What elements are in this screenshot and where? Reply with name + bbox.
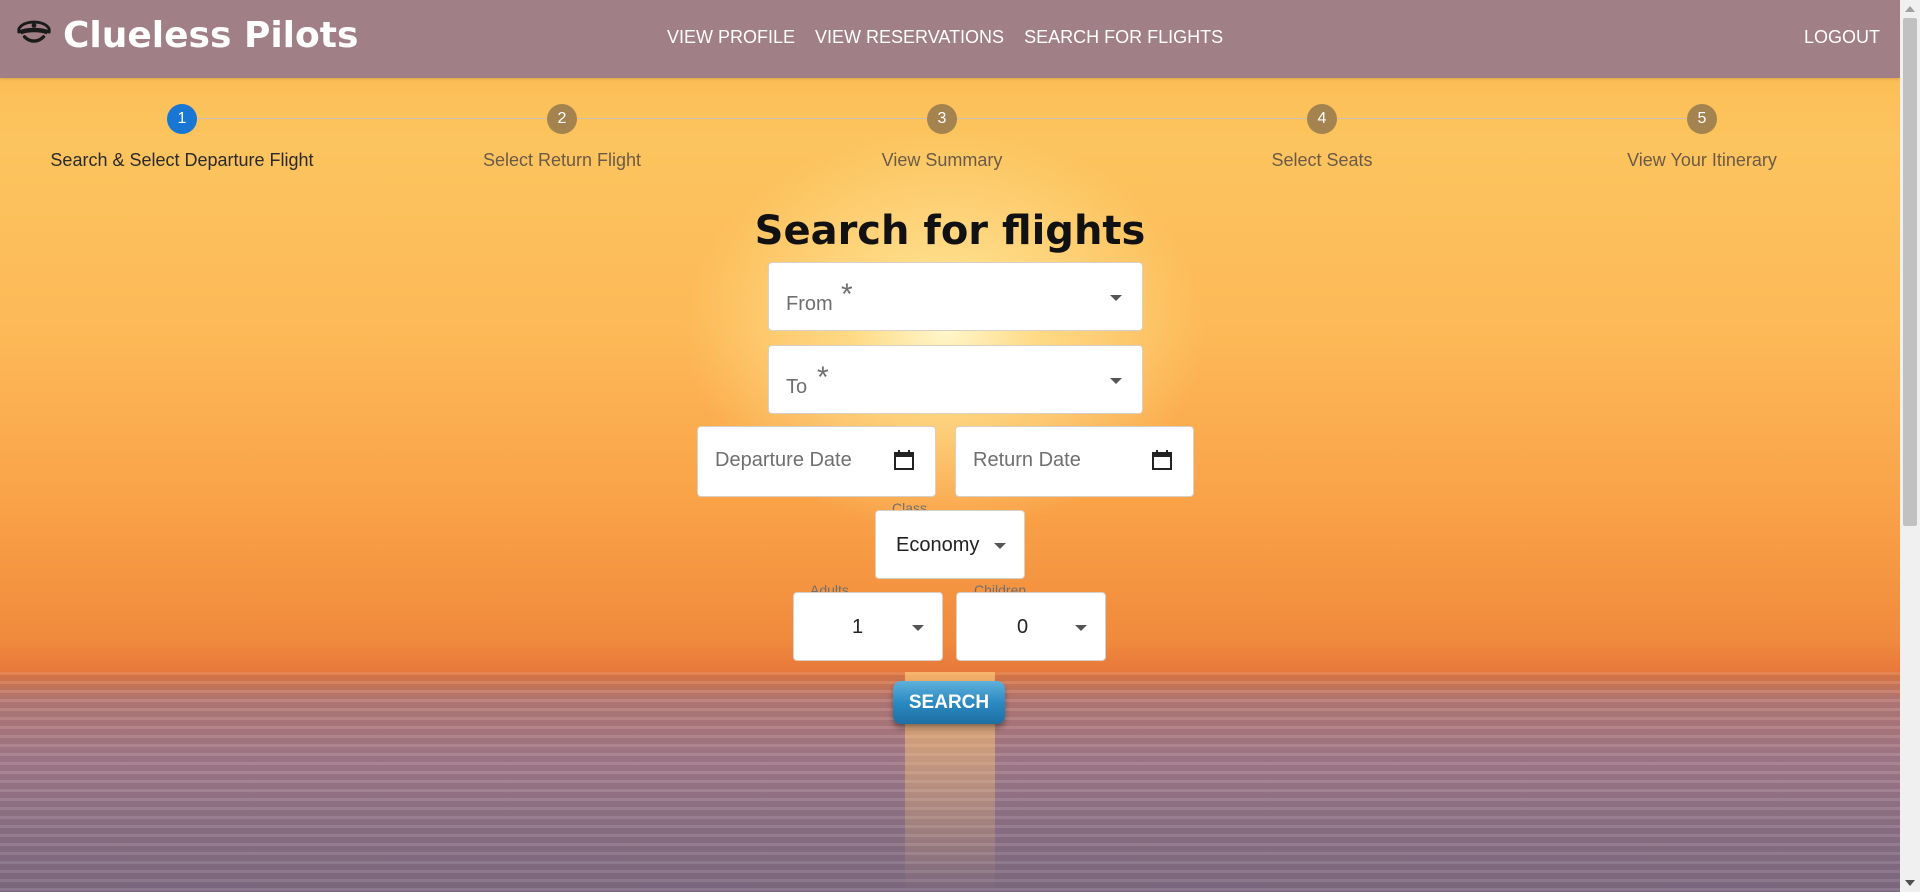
- nav-view-profile[interactable]: VIEW PROFILE: [667, 27, 795, 48]
- search-button[interactable]: SEARCH: [893, 681, 1005, 724]
- to-select[interactable]: To *: [768, 345, 1143, 414]
- pilot-cap-icon: [15, 14, 53, 57]
- booking-stepper: 1 Search & Select Departure Flight 2 Sel…: [0, 104, 1900, 184]
- main-nav: VIEW PROFILE VIEW RESERVATIONS SEARCH FO…: [667, 27, 1223, 48]
- step-1-circle: 1: [167, 104, 197, 134]
- brand-title: Clueless Pilots: [63, 15, 359, 56]
- step-5: 5 View Your Itinerary: [1512, 104, 1892, 171]
- step-3: 3 View Summary: [752, 104, 1132, 171]
- step-1-label: Search & Select Departure Flight: [50, 150, 314, 170]
- step-2-circle: 2: [547, 104, 577, 134]
- adults-value: 1: [852, 616, 864, 638]
- step-3-label: View Summary: [881, 150, 1003, 170]
- children-value: 0: [1017, 616, 1029, 638]
- class-select[interactable]: Economy: [875, 510, 1025, 579]
- page-title: Search for flights: [754, 208, 1146, 254]
- chevron-down-icon: [1075, 625, 1087, 631]
- calendar-icon[interactable]: [1151, 449, 1173, 471]
- step-5-label: View Your Itinerary: [1627, 150, 1777, 170]
- calendar-icon[interactable]: [893, 449, 915, 471]
- return-date-placeholder: Return Date: [973, 449, 1081, 471]
- step-4-label: Select Seats: [1271, 150, 1373, 170]
- step-3-circle: 3: [927, 104, 957, 134]
- chevron-down-icon: [1110, 378, 1122, 384]
- step-5-circle: 5: [1687, 104, 1717, 134]
- logout-button[interactable]: LOGOUT: [1804, 27, 1880, 48]
- nav-search-flights[interactable]: SEARCH FOR FLIGHTS: [1024, 27, 1223, 48]
- return-date-input[interactable]: Return Date: [955, 426, 1194, 497]
- adults-select[interactable]: 1: [793, 592, 943, 661]
- step-4: 4 Select Seats: [1132, 104, 1512, 171]
- brand[interactable]: Clueless Pilots: [15, 14, 358, 57]
- top-navbar: Clueless Pilots VIEW PROFILE VIEW RESERV…: [0, 0, 1900, 78]
- scroll-up-arrow-icon[interactable]: [1905, 6, 1915, 12]
- to-label: To: [786, 376, 808, 398]
- departure-date-input[interactable]: Departure Date: [697, 426, 936, 497]
- to-required-mark: *: [817, 361, 829, 394]
- scroll-thumb[interactable]: [1903, 18, 1917, 526]
- step-1: 1 Search & Select Departure Flight: [0, 104, 372, 171]
- step-2: 2 Select Return Flight: [372, 104, 752, 171]
- page-scrollbar[interactable]: [1900, 0, 1920, 892]
- children-select[interactable]: 0: [956, 592, 1106, 661]
- class-value: Economy: [896, 534, 980, 556]
- scroll-down-arrow-icon[interactable]: [1905, 880, 1915, 886]
- from-required-mark: *: [841, 278, 853, 311]
- step-2-label: Select Return Flight: [482, 150, 642, 170]
- chevron-down-icon: [994, 543, 1006, 549]
- nav-view-reservations[interactable]: VIEW RESERVATIONS: [815, 27, 1004, 48]
- chevron-down-icon: [1110, 295, 1122, 301]
- step-4-circle: 4: [1307, 104, 1337, 134]
- departure-date-placeholder: Departure Date: [715, 449, 852, 471]
- from-select[interactable]: From *: [768, 262, 1143, 331]
- chevron-down-icon: [912, 625, 924, 631]
- from-label: From: [786, 293, 833, 315]
